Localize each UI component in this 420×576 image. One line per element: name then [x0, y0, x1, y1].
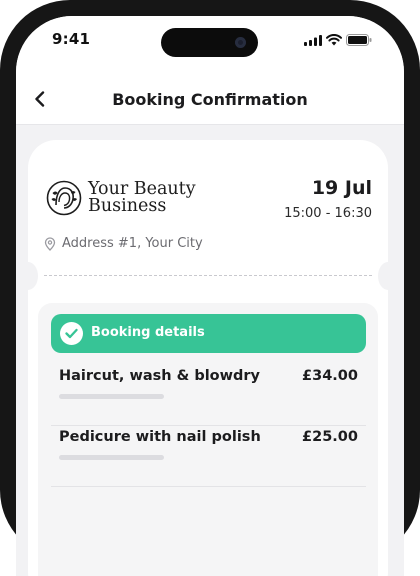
business-name: Your Beauty Business [88, 180, 258, 216]
phone-frame: 9:41 Booking Confirmation Your Beauty Bu… [0, 0, 420, 576]
check-icon [60, 322, 83, 345]
wifi-icon [326, 34, 342, 46]
status-bar: 9:41 [16, 16, 404, 74]
booking-details-panel: Booking details Haircut, wash & blowdry … [38, 303, 378, 576]
page-title: Booking Confirmation [112, 90, 308, 109]
service-name: Haircut, wash & blowdry [59, 368, 261, 384]
ticket-notch-left [18, 262, 38, 290]
booking-time-range: 15:00 - 16:30 [284, 206, 372, 221]
service-placeholder-bar [59, 455, 164, 460]
navigation-bar: Booking Confirmation [16, 74, 404, 125]
cellular-signal-icon [304, 35, 322, 46]
service-name: Pedicure with nail polish [59, 429, 261, 445]
service-row: Pedicure with nail polish £25.00 [51, 417, 366, 477]
booking-details-title: Booking details [91, 325, 205, 340]
business-address: Address #1, Your City [62, 236, 203, 251]
status-icons [304, 34, 374, 46]
service-row: Haircut, wash & blowdry £34.00 [51, 356, 366, 416]
ticket-notch-right [378, 262, 398, 290]
dashed-divider [44, 275, 372, 276]
dynamic-island [161, 28, 258, 57]
business-logo-icon [46, 180, 82, 216]
row-divider [51, 486, 366, 487]
booking-date: 19 Jul [311, 177, 372, 199]
booking-details-header: Booking details [51, 314, 366, 353]
service-price: £34.00 [302, 368, 358, 384]
checkmark-glyph [65, 328, 78, 339]
location-pin-icon [44, 237, 56, 251]
camera-icon [235, 37, 246, 48]
booking-ticket-card: Your Beauty Business 19 Jul 15:00 - 16:3… [18, 140, 398, 576]
service-placeholder-bar [59, 394, 164, 399]
battery-icon [346, 34, 372, 46]
app-screen: 9:41 Booking Confirmation Your Beauty Bu… [16, 16, 404, 576]
status-time: 9:41 [52, 30, 91, 48]
service-price: £25.00 [302, 429, 358, 445]
business-name-line2: Business [88, 196, 167, 216]
